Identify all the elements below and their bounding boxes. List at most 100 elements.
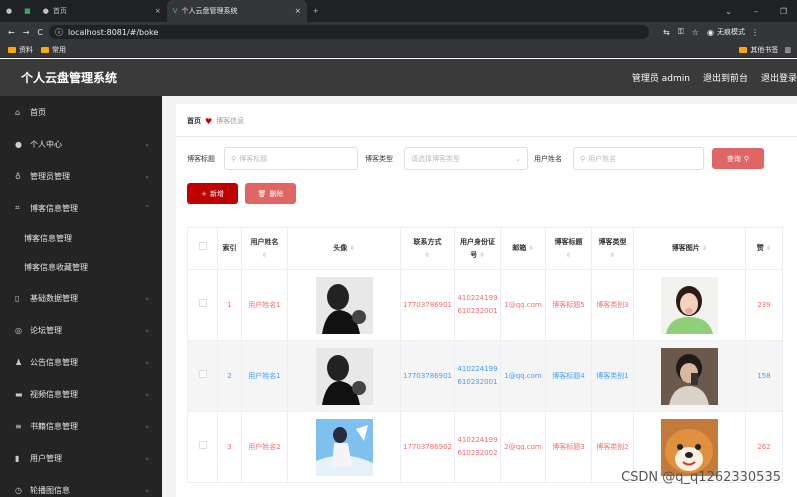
sort-icon: ⇳ — [261, 251, 268, 259]
sidebar-item-base-data[interactable]: ▯ 基础数据管理 ⌄ — [0, 282, 162, 314]
cell-idcard: 410224199610232001 — [454, 340, 501, 412]
incognito-icon: ◉ — [706, 27, 714, 37]
menu-icon[interactable]: ⋮ — [751, 28, 759, 37]
header-label: 邮箱 — [512, 244, 527, 252]
cell-index: 3 — [217, 411, 242, 483]
blog-title-input[interactable]: ⚲ 博客标题 — [224, 147, 358, 170]
reading-list-icon[interactable]: ▥ — [784, 46, 791, 54]
avatar — [315, 347, 373, 405]
browser-tab-system[interactable]: V 个人云盘管理系统 × — [166, 0, 307, 22]
chevron-down-icon: ⌄ — [144, 358, 150, 366]
column-header-username[interactable]: 用户姓名 ⇳ — [241, 227, 288, 270]
add-button[interactable]: + 新增 — [187, 183, 238, 204]
chevron-down-icon[interactable]: ⌄ — [725, 7, 732, 16]
close-icon[interactable]: × — [295, 7, 301, 15]
minimize-icon[interactable]: – — [754, 7, 758, 16]
sidebar-item-forum[interactable]: ◎ 论坛管理 ⌄ — [0, 314, 162, 346]
user-name-label: 用户姓名 — [534, 155, 562, 163]
table-row[interactable]: 2 用户姓名1 17703786901 410224199610232001 1… — [187, 340, 783, 412]
sidebar-subitem-blog-manage[interactable]: 博客信息管理 — [0, 224, 162, 253]
forward-icon[interactable]: → — [23, 28, 30, 37]
divider — [176, 136, 797, 137]
sidebar-item-label: 首页 — [30, 107, 46, 117]
cell-phone: 17703786902 — [400, 411, 455, 483]
chevron-down-icon: ⌄ — [144, 486, 150, 494]
table-row[interactable]: 1 用户姓名1 17703786901 410224199610232001 1… — [187, 269, 783, 341]
close-icon[interactable]: × — [155, 7, 161, 15]
cell-idcard: 410224199610232002 — [454, 411, 501, 483]
chevron-down-icon: ⌄ — [515, 154, 521, 163]
logout-link[interactable]: 退出登录 — [761, 71, 797, 84]
add-button-label: 新增 — [209, 189, 224, 198]
admin-user: 管理员 admin — [631, 74, 690, 84]
breadcrumb-home[interactable]: 首页 — [187, 116, 201, 126]
sidebar-item-blog[interactable]: ⌗ 博客信息管理 ⌃ — [0, 192, 162, 224]
sidebar-item-label: 书籍信息管理 — [30, 421, 78, 431]
person-icon: ♟ — [15, 357, 23, 367]
reload-icon[interactable]: C — [37, 28, 43, 37]
other-bookmarks[interactable]: 其他书签 — [731, 45, 778, 55]
profile-label[interactable]: 无痕模式 — [717, 27, 745, 37]
column-header-email[interactable]: 邮箱 ⇳ — [500, 227, 546, 270]
sort-icon: ⇳ — [702, 245, 708, 252]
user-name-input[interactable]: ⚲ 用户姓名 — [573, 147, 704, 170]
cell-likes: 239 — [745, 269, 783, 341]
select-all-checkbox[interactable] — [187, 227, 218, 270]
github-icon: ● — [6, 7, 13, 15]
column-header-blog-type[interactable]: 博客类型 ⇳ — [591, 227, 634, 270]
sidebar-item-notice[interactable]: ♟ 公告信息管理 ⌄ — [0, 346, 162, 378]
new-tab-button[interactable]: + — [307, 0, 325, 22]
cell-idcard: 410224199610232001 — [454, 269, 501, 341]
url-field[interactable]: ⓘ localhost:8081/#/boke — [49, 25, 649, 39]
chevron-down-icon: ⌄ — [144, 390, 150, 398]
browser-tab-strip: ● ■ ● 首页 × V 个人云盘管理系统 × + ⌄ – ❐ — [0, 0, 797, 22]
delete-button[interactable]: 🗑 删除 — [245, 183, 296, 204]
trash-icon: 🗑 — [257, 189, 267, 198]
sidebar-item-users[interactable]: ▮ 用户管理 ⌄ — [0, 442, 162, 474]
column-header-blog-image[interactable]: 博客图片 ⇳ — [633, 227, 746, 270]
breadcrumb-current: 博客信息 — [216, 117, 245, 125]
cell-username: 用户姓名1 — [241, 340, 288, 412]
back-to-frontend-link[interactable]: 退出到前台 — [703, 71, 748, 84]
sort-icon: ⇳ — [565, 251, 572, 259]
query-button[interactable]: 查询 ⚲ — [712, 148, 764, 169]
sidebar-item-profile[interactable]: ● 个人中心 ⌄ — [0, 128, 162, 160]
app-icon: ■ — [24, 7, 31, 15]
column-header-avatar[interactable]: 头像 ⇳ — [287, 227, 401, 270]
folder-icon — [41, 46, 49, 53]
restore-icon[interactable]: ❐ — [780, 7, 787, 16]
watermark: CSDN @q_q1262330535 — [621, 470, 781, 485]
column-header-likes[interactable]: 赞 ⇳ — [745, 227, 783, 270]
column-header-phone[interactable]: 联系方式 ⇳ — [400, 227, 455, 270]
sidebar-item-video[interactable]: ▬ 视频信息管理 ⌄ — [0, 378, 162, 410]
cell-index: 1 — [217, 269, 242, 341]
browser-tab-green[interactable]: ■ — [18, 0, 37, 22]
row-checkbox[interactable] — [187, 269, 218, 341]
key-icon[interactable]: ⚿ — [678, 27, 684, 37]
browser-tab-home[interactable]: ● 首页 × — [37, 0, 167, 22]
bookmark-folder[interactable]: 常用 — [52, 45, 66, 55]
column-header-idcard[interactable]: 用户身份证号 ⇳ — [454, 227, 501, 270]
row-checkbox[interactable] — [187, 411, 218, 483]
cell-username: 用户姓名2 — [241, 411, 288, 483]
browser-tab-github[interactable]: ● — [0, 0, 18, 22]
monitor-icon: ▬ — [15, 389, 23, 399]
sidebar-item-carousel[interactable]: ◷ 轮播图信息 ⌄ — [0, 474, 162, 497]
heart-icon: ♥ — [205, 116, 213, 126]
row-checkbox[interactable] — [187, 340, 218, 412]
sidebar-item-admin[interactable]: ♁ 管理员管理 ⌄ — [0, 160, 162, 192]
bookmark-folder[interactable]: 资料 — [19, 45, 33, 55]
list-icon: ≡ — [15, 421, 22, 431]
sidebar-item-books[interactable]: ≡ 书籍信息管理 ⌄ — [0, 410, 162, 442]
search-icon: ⚲ — [231, 154, 237, 163]
sidebar-subitem-blog-favorites[interactable]: 博客信息收藏管理 — [0, 253, 162, 282]
translate-icon[interactable]: ⇆ — [663, 28, 670, 37]
cell-blog-image — [633, 340, 746, 412]
back-icon[interactable]: ← — [8, 28, 15, 37]
column-header-blog-title[interactable]: 博客标题 ⇳ — [545, 227, 592, 270]
star-icon[interactable]: ☆ — [692, 28, 699, 37]
sidebar-item-home[interactable]: ⌂ 首页 — [0, 96, 162, 128]
blog-type-select[interactable]: 请选择博客类型 ⌄ — [404, 147, 528, 170]
sidebar-item-label: 轮播图信息 — [30, 485, 70, 495]
cell-likes: 158 — [745, 340, 783, 412]
